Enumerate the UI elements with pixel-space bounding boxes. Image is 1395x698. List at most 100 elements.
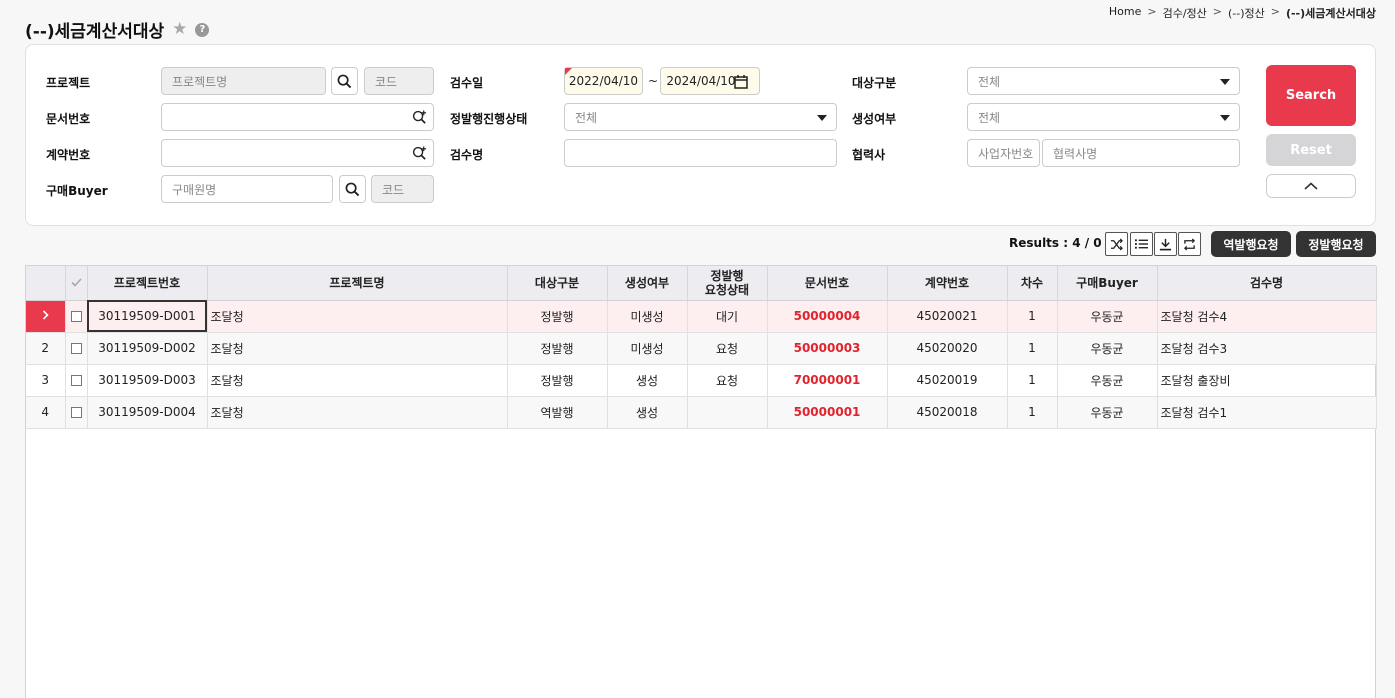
cell-doc-no-link[interactable]: 50000001: [767, 396, 888, 429]
download-button[interactable]: [1154, 232, 1177, 256]
cell-seq[interactable]: 1: [1007, 300, 1058, 333]
reset-button[interactable]: Reset: [1266, 134, 1356, 166]
header-inspect-name[interactable]: 검수명: [1157, 266, 1377, 301]
row-checkbox-cell[interactable]: [65, 332, 88, 365]
target-type-select[interactable]: 전체: [967, 67, 1240, 95]
inspect-date-from[interactable]: 2022/04/10: [564, 67, 643, 95]
cell-issue-status[interactable]: 요청: [687, 364, 768, 397]
header-gen-status[interactable]: 생성여부: [607, 266, 688, 301]
cell-contract-no[interactable]: 45020020: [887, 332, 1008, 365]
collapse-button[interactable]: [1266, 174, 1356, 198]
gen-status-select[interactable]: 전체: [967, 103, 1240, 131]
cell-contract-no[interactable]: 45020019: [887, 364, 1008, 397]
cell-doc-no-link[interactable]: 70000001: [767, 364, 888, 397]
row-checkbox[interactable]: [70, 407, 82, 418]
cell-inspect-name[interactable]: 조달청 검수3: [1157, 332, 1377, 365]
search-plus-icon[interactable]: [412, 110, 427, 125]
cell-contract-no[interactable]: 45020021: [887, 300, 1008, 333]
project-code-input[interactable]: 코드: [364, 67, 434, 95]
cell-buyer[interactable]: 우동균: [1057, 300, 1158, 333]
cell-target-type[interactable]: 정발행: [507, 300, 608, 333]
cell-contract-no[interactable]: 45020018: [887, 396, 1008, 429]
refresh-button[interactable]: [1178, 232, 1201, 256]
buyer-code-input[interactable]: 코드: [371, 175, 434, 203]
shuffle-columns-button[interactable]: [1105, 232, 1128, 256]
header-project-no[interactable]: 프로젝트번호: [87, 266, 208, 301]
buyer-search-button[interactable]: [339, 175, 366, 203]
header-issue-status[interactable]: 정발행 요청상태: [687, 266, 768, 301]
table-row[interactable]: 4 30119509-D004 조달청 역발행 생성 50000001 4502…: [26, 396, 1377, 429]
table-row[interactable]: 2 30119509-D002 조달청 정발행 미생성 요청 50000003 …: [26, 332, 1377, 365]
cell-buyer[interactable]: 우동균: [1057, 332, 1158, 365]
inspect-date-to[interactable]: 2024/04/10: [660, 67, 760, 95]
partner-biz-no-input[interactable]: 사업자번호: [967, 139, 1040, 167]
cell-inspect-name[interactable]: 조달청 검수1: [1157, 396, 1377, 429]
search-button[interactable]: Search: [1266, 65, 1356, 126]
cell-project-name[interactable]: 조달청: [207, 300, 508, 333]
row-checkbox[interactable]: [70, 343, 82, 354]
cell-seq[interactable]: 1: [1007, 396, 1058, 429]
cell-project-no[interactable]: 30119509-D004: [87, 396, 208, 429]
project-name-placeholder: 프로젝트명: [172, 74, 228, 89]
forward-issue-request-button[interactable]: 정발행요청: [1296, 231, 1376, 257]
cell-buyer[interactable]: 우동균: [1057, 396, 1158, 429]
cell-project-name[interactable]: 조달청: [207, 396, 508, 429]
cell-target-type[interactable]: 정발행: [507, 332, 608, 365]
breadcrumb-level2[interactable]: (--)정산: [1228, 5, 1265, 21]
partner-name-input[interactable]: 협력사명: [1042, 139, 1240, 167]
cell-project-name[interactable]: 조달청: [207, 364, 508, 397]
cell-issue-status[interactable]: 요청: [687, 332, 768, 365]
contract-no-input[interactable]: [161, 139, 434, 167]
cell-inspect-name[interactable]: 조달청 검수4: [1157, 300, 1377, 333]
breadcrumb-home[interactable]: Home: [1109, 5, 1141, 21]
row-checkbox[interactable]: [70, 311, 82, 322]
cell-project-no[interactable]: 30119509-D003: [87, 364, 208, 397]
chevron-right-icon: [42, 310, 49, 320]
cell-doc-no-link[interactable]: 50000003: [767, 332, 888, 365]
cell-gen-status[interactable]: 생성: [607, 364, 688, 397]
cell-gen-status[interactable]: 미생성: [607, 300, 688, 333]
results-count: Results : 4 / 0: [1009, 236, 1102, 250]
help-icon[interactable]: ?: [195, 22, 210, 37]
row-checkbox[interactable]: [70, 375, 82, 386]
header-select-all[interactable]: [65, 266, 88, 301]
cell-seq[interactable]: 1: [1007, 332, 1058, 365]
cell-project-name[interactable]: 조달청: [207, 332, 508, 365]
list-view-button[interactable]: [1130, 232, 1153, 256]
cell-issue-status[interactable]: 대기: [687, 300, 768, 333]
cell-buyer[interactable]: 우동균: [1057, 364, 1158, 397]
header-contract-no[interactable]: 계약번호: [887, 266, 1008, 301]
cell-target-type[interactable]: 정발행: [507, 364, 608, 397]
cell-gen-status[interactable]: 미생성: [607, 332, 688, 365]
cell-seq[interactable]: 1: [1007, 364, 1058, 397]
cell-gen-status[interactable]: 생성: [607, 396, 688, 429]
breadcrumb-level1[interactable]: 검수/정산: [1163, 5, 1207, 21]
header-buyer[interactable]: 구매Buyer: [1057, 266, 1158, 301]
cell-inspect-name[interactable]: 조달청 출장비: [1157, 364, 1377, 397]
issue-status-select[interactable]: 전체: [564, 103, 837, 131]
header-project-name[interactable]: 프로젝트명: [207, 266, 508, 301]
cell-doc-no-link[interactable]: 50000004: [767, 300, 888, 333]
star-icon[interactable]: ★: [172, 21, 187, 38]
doc-no-input[interactable]: [161, 103, 434, 131]
header-target-type[interactable]: 대상구분: [507, 266, 608, 301]
cell-target-type[interactable]: 역발행: [507, 396, 608, 429]
buyer-label: 구매Buyer: [46, 184, 108, 198]
calendar-icon[interactable]: [734, 74, 748, 89]
row-checkbox-cell[interactable]: [65, 396, 88, 429]
table-row[interactable]: 3 30119509-D003 조달청 정발행 생성 요청 70000001 4…: [26, 364, 1377, 397]
inspect-name-input[interactable]: [564, 139, 837, 167]
header-doc-no[interactable]: 문서번호: [767, 266, 888, 301]
table-row[interactable]: 30119509-D001 조달청 정발행 미생성 대기 50000004 45…: [26, 300, 1377, 333]
cell-project-no[interactable]: 30119509-D002: [87, 332, 208, 365]
row-checkbox-cell[interactable]: [65, 364, 88, 397]
row-checkbox-cell[interactable]: [65, 300, 88, 333]
cell-issue-status[interactable]: [687, 396, 768, 429]
search-plus-icon[interactable]: [412, 146, 427, 161]
buyer-name-input[interactable]: 구매원명: [161, 175, 333, 203]
project-name-input[interactable]: 프로젝트명: [161, 67, 326, 95]
project-search-button[interactable]: [331, 67, 358, 95]
reverse-issue-request-button[interactable]: 역발행요청: [1211, 231, 1291, 257]
header-seq[interactable]: 차수: [1007, 266, 1058, 301]
cell-project-no[interactable]: 30119509-D001: [87, 300, 208, 333]
